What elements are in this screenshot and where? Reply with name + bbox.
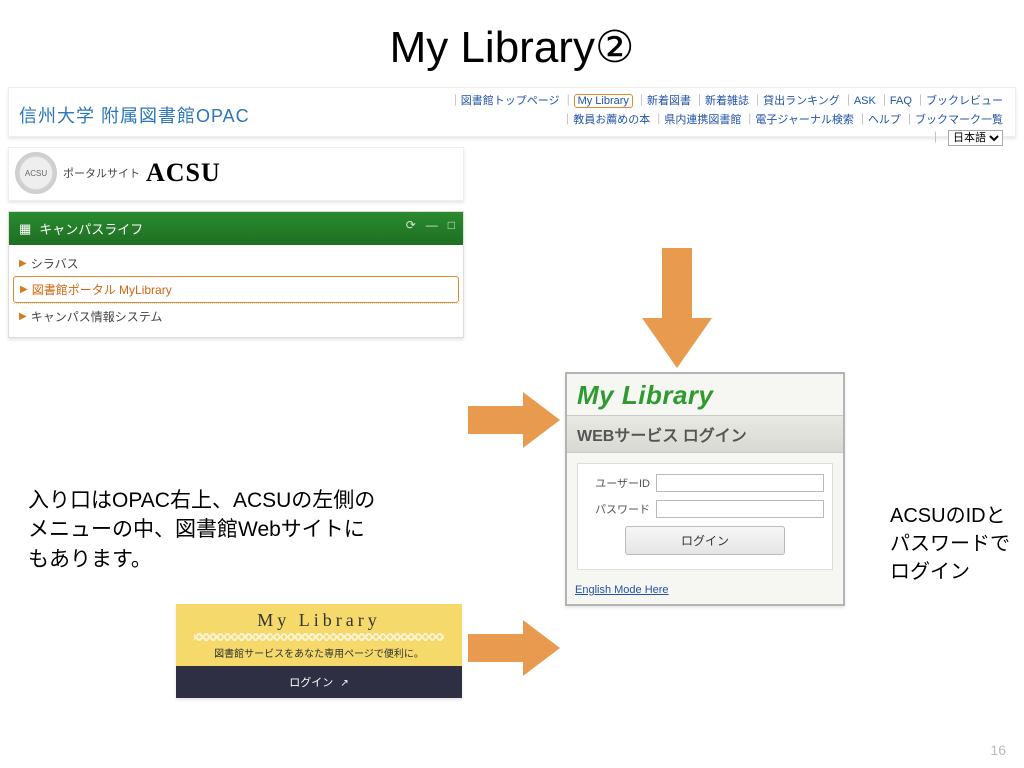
zigzag-divider-icon <box>194 633 444 641</box>
user-id-label: ユーザーID <box>586 475 650 491</box>
opac-navbar: 信州大学 附属図書館OPAC ｜図書館トップページ ｜My Library ｜新… <box>8 87 1016 137</box>
nav-link-bookreview[interactable]: ブックレビュー <box>926 95 1003 107</box>
login-button[interactable]: ログイン <box>625 526 785 555</box>
english-mode-link[interactable]: English Mode Here <box>567 580 843 604</box>
sidebar-item-label: シラバス <box>31 255 79 272</box>
login-form: ユーザーID パスワード ログイン <box>577 463 833 570</box>
acsu-portal-header: ACSU ポータルサイト ACSU <box>8 147 464 201</box>
nav-link-pref[interactable]: 県内連携図書館 <box>664 114 741 126</box>
promo-login-label: ログイン <box>289 677 333 689</box>
password-input[interactable] <box>656 500 824 518</box>
campus-life-title: キャンパスライフ <box>39 219 143 238</box>
sidebar-item-label: 図書館ポータル MyLibrary <box>32 281 172 298</box>
arrow-right-icon <box>468 392 560 448</box>
campus-life-panel: ▦ キャンパスライフ ⟳ — □ ▶ シラバス ▶ 図書館ポータル MyLibr… <box>8 211 464 338</box>
acsu-brand: ACSU <box>146 158 221 188</box>
sidebar-item-mylibrary[interactable]: ▶ 図書館ポータル MyLibrary <box>13 276 459 303</box>
nav-link-newbooks[interactable]: 新着図書 <box>647 95 691 107</box>
external-link-icon: ↗ <box>340 678 348 689</box>
nav-link-rec[interactable]: 教員お薦めの本 <box>573 114 650 126</box>
grid-icon: ▦ <box>19 221 31 237</box>
arrow-down-icon <box>642 248 712 368</box>
page-number: 16 <box>990 742 1006 758</box>
password-label: パスワード <box>586 501 650 517</box>
nav-link-help[interactable]: ヘルプ <box>868 114 901 126</box>
nav-link-ranking[interactable]: 貸出ランキング <box>763 95 840 107</box>
acsu-logo-icon: ACSU <box>15 152 57 194</box>
sidebar-item-campusinfo[interactable]: ▶ キャンパス情報システム <box>13 303 459 329</box>
login-subtitle: WEBサービス ログイン <box>567 415 843 453</box>
user-id-input[interactable] <box>656 474 824 492</box>
annotation-login-hint: ACSUのIDとパスワードでログイン <box>890 502 1010 586</box>
opac-link-group: ｜図書館トップページ ｜My Library ｜新着図書 ｜新着雑誌 ｜貸出ラン… <box>450 92 1003 148</box>
campus-life-header: ▦ キャンパスライフ ⟳ — □ <box>9 212 463 245</box>
nav-link-ejournal[interactable]: 電子ジャーナル検索 <box>755 114 853 126</box>
nav-link-bookmark[interactable]: ブックマーク一覧 <box>915 114 1003 126</box>
nav-link-newmag[interactable]: 新着雑誌 <box>705 95 749 107</box>
promo-login-button[interactable]: ログイン ↗ <box>176 666 462 698</box>
annotation-entry-points: 入り口はOPAC右上、ACSUの左側のメニューの中、図書館Webサイトにもありま… <box>28 486 375 574</box>
nav-link-top[interactable]: 図書館トップページ <box>461 95 560 107</box>
arrow-right-icon <box>468 620 560 676</box>
caret-right-icon: ▶ <box>19 311 27 322</box>
sidebar-item-label: キャンパス情報システム <box>31 308 163 325</box>
promo-subtitle: 図書館サービスをあなた専用ページで便利に。 <box>176 645 462 666</box>
acsu-label: ポータルサイト <box>63 165 140 181</box>
minimize-icon[interactable]: — <box>426 218 438 232</box>
promo-title: My Library <box>176 610 462 631</box>
refresh-icon[interactable]: ⟳ <box>406 218 416 232</box>
mylibrary-login-panel: My Library WEBサービス ログイン ユーザーID パスワード ログイ… <box>565 372 845 606</box>
nav-link-faq[interactable]: FAQ <box>890 95 912 107</box>
nav-link-mylibrary[interactable]: My Library <box>574 94 633 108</box>
sidebar-item-syllabus[interactable]: ▶ シラバス <box>13 251 459 276</box>
caret-right-icon: ▶ <box>19 258 27 269</box>
nav-link-ask[interactable]: ASK <box>854 95 876 107</box>
caret-right-icon: ▶ <box>20 284 28 295</box>
language-select[interactable]: 日本語 <box>948 130 1003 146</box>
mylibrary-promo-card: My Library 図書館サービスをあなた専用ページで便利に。 ログイン ↗ <box>176 604 462 698</box>
slide-title: My Library② <box>0 0 1024 79</box>
mylibrary-logo-text: My Library <box>567 374 843 415</box>
close-icon[interactable]: □ <box>448 218 455 232</box>
